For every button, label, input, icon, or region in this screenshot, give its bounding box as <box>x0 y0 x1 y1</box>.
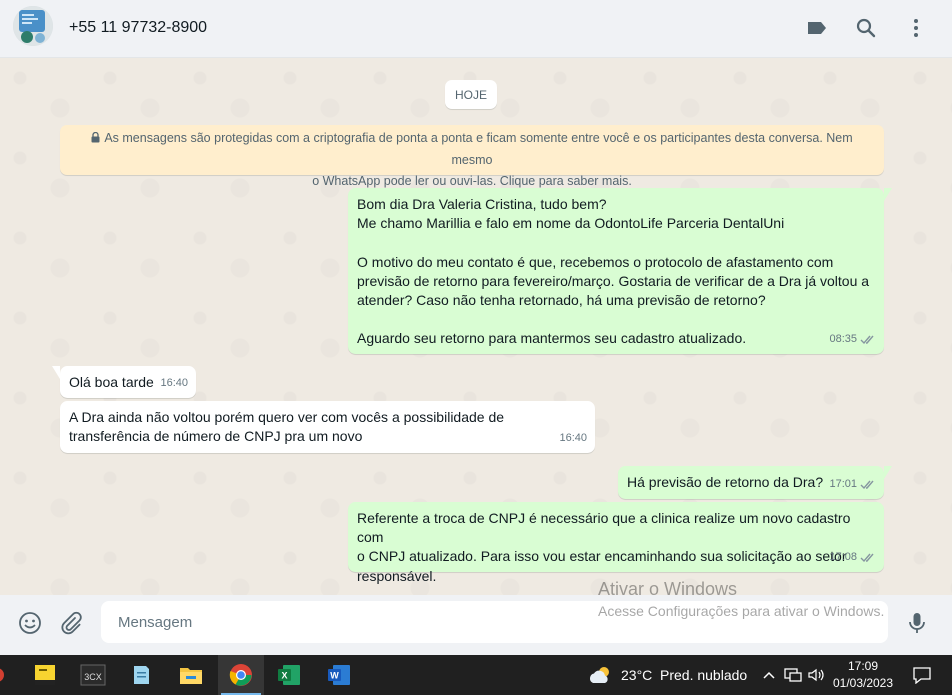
message-meta: 16:40 <box>160 374 188 393</box>
date-chip: HOJE <box>445 80 497 109</box>
message-bubble-outgoing[interactable]: Há previsão de retorno da Dra? 17:01 <box>618 466 892 499</box>
chevron-up-icon[interactable] <box>758 655 780 695</box>
taskbar-clock[interactable]: 17:09 01/03/2023 <box>826 658 900 692</box>
lock-icon <box>91 129 100 150</box>
3cx-icon[interactable]: 3CX <box>70 655 116 695</box>
chrome-icon[interactable] <box>218 655 264 695</box>
message-meta: 17:08 <box>829 548 876 567</box>
weather-icon[interactable] <box>585 655 619 695</box>
word-icon[interactable]: W <box>316 655 362 695</box>
message-bubble-outgoing[interactable]: Referente a troca de CNPJ é necessário q… <box>348 502 884 584</box>
message-bubble-incoming[interactable]: Olá boa tarde 16:40 <box>52 366 196 398</box>
sticky-notes-icon[interactable] <box>22 655 68 695</box>
message-time: 16:40 <box>160 376 188 389</box>
message-text: Bom dia Dra Valeria Cristina, tudo bem? … <box>357 196 870 347</box>
start-partial-icon[interactable] <box>0 655 12 695</box>
notepad-icon[interactable] <box>118 655 164 695</box>
message-list[interactable]: HOJE As mensagens são protegidas com a c… <box>0 58 952 595</box>
message-time: 17:01 <box>829 477 857 490</box>
windows-taskbar: 3CX X W 23°C Pred. nublado 17:09 01/03/2… <box>0 655 952 695</box>
more-options-icon[interactable] <box>903 15 929 41</box>
message-meta: 16:40 <box>559 429 587 448</box>
message-text: Referente a troca de CNPJ é necessário q… <box>357 510 851 584</box>
message-meta: 08:35 <box>829 330 876 349</box>
clock-time: 17:09 <box>847 659 879 673</box>
message-meta: 17:01 <box>829 475 876 494</box>
weather-description[interactable]: Pred. nublado <box>660 667 747 683</box>
excel-icon[interactable]: X <box>266 655 312 695</box>
read-ticks-icon <box>860 335 874 344</box>
activation-watermark-subtitle: Acesse Configurações para ativar o Windo… <box>598 603 885 619</box>
emoji-icon[interactable] <box>17 610 43 636</box>
volume-icon[interactable] <box>805 655 827 695</box>
svg-text:X: X <box>281 671 287 681</box>
svg-text:W: W <box>330 671 339 681</box>
message-time: 08:35 <box>829 332 857 345</box>
message-bubble-outgoing[interactable]: Bom dia Dra Valeria Cristina, tudo bem? … <box>348 188 892 354</box>
contact-name[interactable]: +55 11 97732-8900 <box>69 19 207 37</box>
read-ticks-icon <box>860 553 874 562</box>
microphone-icon[interactable] <box>904 610 930 636</box>
activation-watermark-title: Ativar o Windows <box>598 579 738 599</box>
svg-text:3CX: 3CX <box>84 672 102 682</box>
message-bubble-incoming[interactable]: A Dra ainda não voltou porém quero ver c… <box>60 401 595 453</box>
message-text: A Dra ainda não voltou porém quero ver c… <box>69 409 505 445</box>
network-icon[interactable] <box>782 655 804 695</box>
encryption-notice-line2: o WhatsApp pode ler ou ouvi-las. Clique … <box>312 174 632 188</box>
attach-icon[interactable] <box>58 610 84 636</box>
clock-date: 01/03/2023 <box>832 676 894 690</box>
encryption-notice[interactable]: As mensagens são protegidas com a cripto… <box>60 125 884 188</box>
search-icon[interactable] <box>853 15 879 41</box>
weather-temperature[interactable]: 23°C <box>621 667 652 683</box>
label-icon[interactable] <box>804 15 830 41</box>
encryption-notice-line1: As mensagens são protegidas com a cripto… <box>104 131 853 167</box>
read-ticks-icon <box>860 480 874 489</box>
contact-avatar[interactable] <box>13 6 53 46</box>
chat-header: +55 11 97732-8900 <box>0 0 952 58</box>
message-time: 16:40 <box>559 431 587 444</box>
message-time: 17:08 <box>829 550 857 563</box>
file-explorer-icon[interactable] <box>168 655 214 695</box>
notifications-icon[interactable] <box>906 655 938 695</box>
